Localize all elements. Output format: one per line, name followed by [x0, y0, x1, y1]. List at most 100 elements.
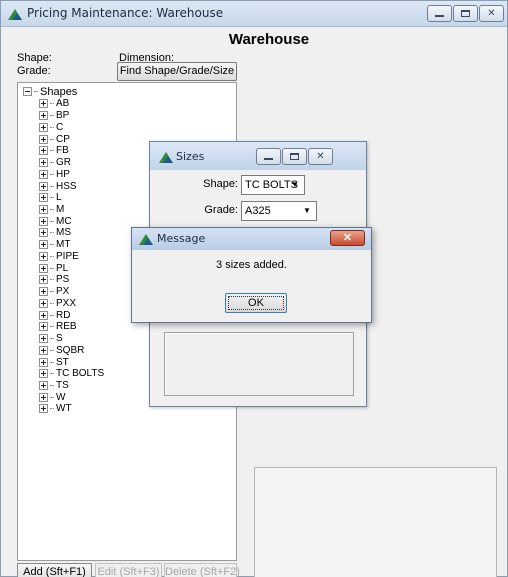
- expand-icon[interactable]: [39, 392, 48, 402]
- expand-icon[interactable]: [39, 298, 48, 308]
- tree-item-label: C: [56, 121, 64, 133]
- window-controls: ✕: [427, 5, 504, 22]
- tree-connector: [50, 349, 54, 351]
- tree-item-label: WT: [56, 403, 72, 415]
- tree-item[interactable]: PIPE: [39, 251, 104, 263]
- tree-item[interactable]: HP: [39, 168, 104, 180]
- expand-icon[interactable]: [39, 369, 48, 379]
- tree-connector: [34, 91, 38, 92]
- expand-icon[interactable]: [39, 345, 48, 355]
- delete-button[interactable]: Delete (Sft+F2): [164, 563, 240, 577]
- expand-icon[interactable]: [39, 240, 48, 250]
- tree-item-label: RD: [56, 309, 71, 321]
- tree-item-label: MS: [56, 227, 71, 239]
- expand-icon[interactable]: [39, 404, 48, 414]
- tree-item[interactable]: M: [39, 204, 104, 216]
- shape-label: Shape:: [17, 52, 52, 64]
- title-bar[interactable]: Pricing Maintenance: Warehouse ✕: [1, 1, 507, 27]
- tree-connector: [50, 208, 54, 210]
- tree-item[interactable]: PX: [39, 286, 104, 298]
- grade-label: Grade:: [17, 65, 51, 77]
- tree-item[interactable]: GR: [39, 157, 104, 169]
- expand-icon[interactable]: [39, 251, 48, 261]
- tree-connector: [50, 267, 54, 269]
- tree-connector: [50, 103, 54, 105]
- tree-item[interactable]: MT: [39, 239, 104, 251]
- minimize-icon: [257, 149, 280, 164]
- expand-icon[interactable]: [39, 357, 48, 367]
- tree-item[interactable]: PXX: [39, 297, 104, 309]
- expand-icon[interactable]: [39, 228, 48, 238]
- tree-item[interactable]: W: [39, 391, 104, 403]
- tree-item[interactable]: S: [39, 333, 104, 345]
- chevron-down-icon[interactable]: ▼: [301, 202, 313, 220]
- tree-item-label: PXX: [56, 297, 77, 309]
- tree-item[interactable]: REB: [39, 321, 104, 333]
- message-close-button[interactable]: ✕: [330, 230, 365, 246]
- sizes-minimize-button[interactable]: [256, 148, 281, 165]
- expand-icon[interactable]: [39, 181, 48, 191]
- expand-icon[interactable]: [39, 204, 48, 214]
- expand-icon[interactable]: [39, 158, 48, 168]
- maximize-button[interactable]: [453, 5, 478, 22]
- expand-icon[interactable]: [39, 169, 48, 179]
- tree-item[interactable]: TS: [39, 380, 104, 392]
- ok-button[interactable]: OK: [225, 293, 287, 313]
- maximize-icon: [283, 149, 306, 164]
- tree-item[interactable]: HSS: [39, 180, 104, 192]
- tree-item[interactable]: MS: [39, 227, 104, 239]
- tree-item[interactable]: CP: [39, 133, 104, 145]
- tree-connector: [50, 326, 54, 328]
- sizes-list[interactable]: [164, 332, 354, 396]
- expand-icon[interactable]: [39, 216, 48, 226]
- tree-connector: [50, 291, 54, 293]
- expand-icon[interactable]: [39, 310, 48, 320]
- sizes-title-bar[interactable]: Sizes ✕: [150, 142, 366, 170]
- edit-button[interactable]: Edit (Sft+F3): [95, 563, 162, 577]
- tree-item[interactable]: SQBR: [39, 344, 104, 356]
- tree-connector: [50, 185, 54, 187]
- expand-icon[interactable]: [39, 134, 48, 144]
- add-button[interactable]: Add (Sft+F1): [17, 563, 92, 577]
- tree-item[interactable]: PS: [39, 274, 104, 286]
- tree-item[interactable]: BP: [39, 110, 104, 122]
- tree-item[interactable]: MC: [39, 215, 104, 227]
- expand-icon[interactable]: [39, 275, 48, 285]
- expand-icon[interactable]: [39, 334, 48, 344]
- tree-item[interactable]: TC BOLTS: [39, 368, 104, 380]
- tree-item[interactable]: WT: [39, 403, 104, 415]
- expand-icon[interactable]: [39, 193, 48, 203]
- collapse-icon[interactable]: [23, 87, 32, 96]
- expand-icon[interactable]: [39, 146, 48, 156]
- tree-item[interactable]: L: [39, 192, 104, 204]
- tree-connector: [50, 173, 54, 175]
- expand-icon[interactable]: [39, 99, 48, 109]
- tree-item[interactable]: ST: [39, 356, 104, 368]
- expand-icon[interactable]: [39, 122, 48, 132]
- tree-item[interactable]: RD: [39, 309, 104, 321]
- close-icon: ✕: [342, 231, 353, 244]
- sizes-shape-select[interactable]: TC BOLTS ▼: [241, 175, 305, 195]
- find-shape-grade-size-button[interactable]: Find Shape/Grade/Size: [117, 62, 237, 81]
- close-icon: ✕: [316, 150, 325, 162]
- close-button[interactable]: ✕: [479, 5, 504, 22]
- tree-item[interactable]: PL: [39, 262, 104, 274]
- sizes-grade-select[interactable]: A325 ▼: [241, 201, 317, 221]
- expand-icon[interactable]: [39, 111, 48, 121]
- chevron-down-icon[interactable]: ▼: [289, 176, 301, 194]
- tree-item[interactable]: AB: [39, 98, 104, 110]
- message-text: 3 sizes added.: [216, 259, 287, 271]
- message-title-bar[interactable]: Message ✕: [132, 228, 371, 250]
- expand-icon[interactable]: [39, 263, 48, 273]
- tree-connector: [50, 396, 54, 398]
- minimize-button[interactable]: [427, 5, 452, 22]
- sizes-maximize-button[interactable]: [282, 148, 307, 165]
- expand-icon[interactable]: [39, 380, 48, 390]
- tree-item-label: REB: [56, 321, 77, 333]
- tree-item[interactable]: FB: [39, 145, 104, 157]
- expand-icon[interactable]: [39, 287, 48, 297]
- sizes-close-button[interactable]: ✕: [308, 148, 333, 165]
- tree-item[interactable]: C: [39, 121, 104, 133]
- tree-root-shapes[interactable]: Shapes: [23, 85, 77, 98]
- expand-icon[interactable]: [39, 322, 48, 332]
